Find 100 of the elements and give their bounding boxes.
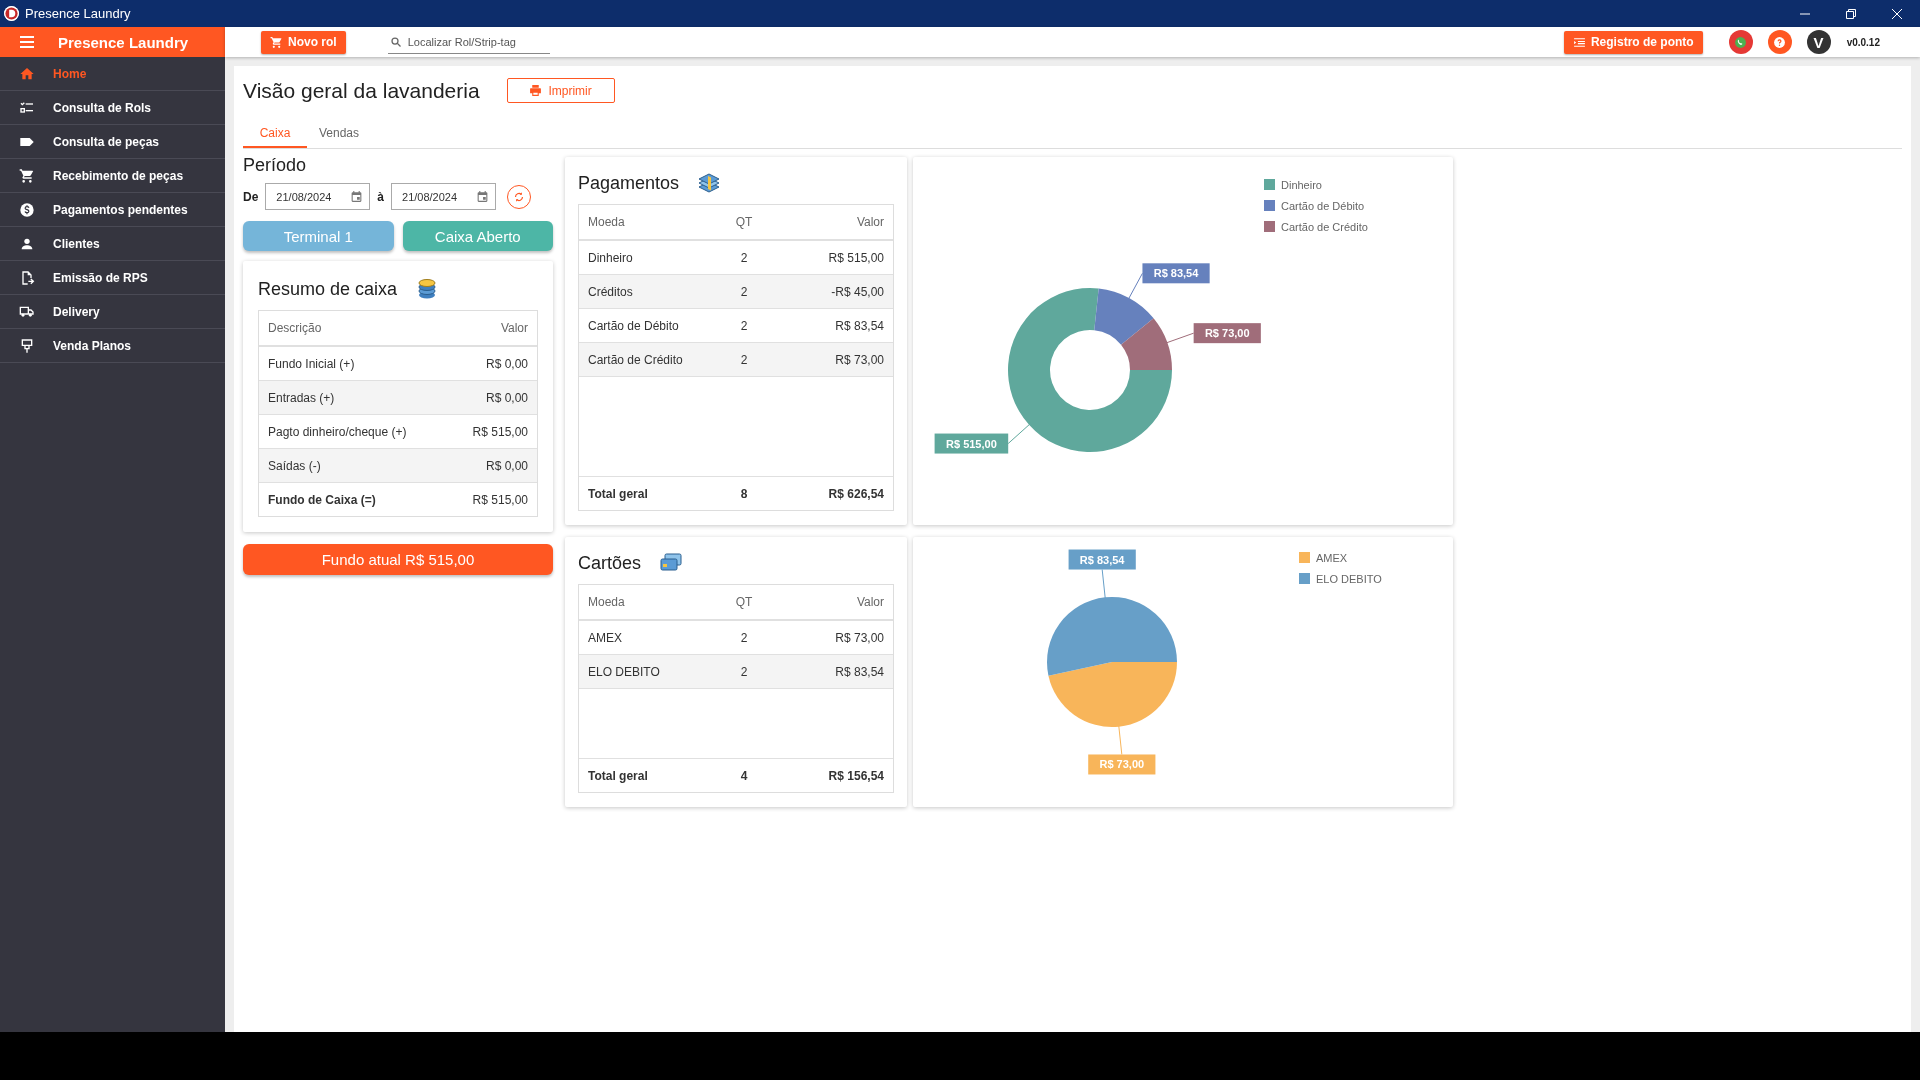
legend-swatch bbox=[1299, 552, 1310, 563]
cart-icon bbox=[19, 167, 35, 184]
column-header: Descrição bbox=[268, 321, 323, 335]
money-stack-icon bbox=[697, 171, 722, 195]
data-label: R$ 83,54 bbox=[1153, 267, 1200, 280]
column-header: Valor bbox=[855, 215, 884, 229]
search-icon bbox=[389, 36, 402, 48]
table-cell-text: Saídas (-) bbox=[268, 458, 322, 473]
refresh-button[interactable] bbox=[507, 184, 532, 209]
leader-line bbox=[1101, 569, 1106, 600]
table-cell-text: Entradas (+) bbox=[268, 390, 336, 405]
table-cell-text: R$ 73,00 bbox=[834, 630, 884, 645]
table-cell-text: Créditos bbox=[588, 284, 634, 299]
table-cell-text: R$ 0,00 bbox=[484, 458, 528, 473]
calendar-icon[interactable] bbox=[476, 190, 490, 203]
legend-label: ELO DEBITO bbox=[1316, 573, 1382, 585]
table-cell-text: -R$ 45,00 bbox=[830, 284, 884, 299]
total-cell-text: Total geral bbox=[588, 486, 649, 501]
legend-swatch bbox=[1264, 179, 1275, 190]
sidebar-item[interactable]: Pagamentos pendentes bbox=[0, 193, 225, 227]
card-title: Resumo de caixa bbox=[258, 278, 398, 300]
home-icon bbox=[19, 65, 35, 82]
help-button[interactable] bbox=[1767, 30, 1792, 54]
tab[interactable]: Vendas bbox=[307, 120, 371, 148]
section-title: Período bbox=[243, 155, 308, 176]
table-cell-text: R$ 73,00 bbox=[834, 352, 884, 367]
total-cell-text: R$ 626,54 bbox=[827, 486, 884, 501]
table-cell-text: 2 bbox=[739, 250, 749, 265]
table-cell-text: R$ 515,00 bbox=[471, 424, 528, 439]
data-label: R$ 83,54 bbox=[1079, 553, 1126, 566]
value-label: R$ 73,00 bbox=[1088, 754, 1156, 775]
table-cell-text: R$ 83,54 bbox=[834, 664, 884, 679]
column-header: Valor bbox=[499, 321, 528, 335]
card-title: Pagamentos bbox=[578, 172, 680, 194]
menu-icon[interactable] bbox=[20, 36, 34, 48]
sidebar-item[interactable]: Home bbox=[0, 57, 225, 91]
table-cell-text: ELO DEBITO bbox=[588, 664, 661, 679]
list-icon bbox=[1572, 35, 1586, 49]
sidebar-item[interactable]: Recebimento de peças bbox=[0, 159, 225, 193]
total-cell-text: 8 bbox=[739, 486, 749, 501]
table-cell-text: 2 bbox=[739, 352, 749, 367]
table-cell-text: 2 bbox=[739, 284, 749, 299]
table-cell-text: 2 bbox=[739, 664, 749, 679]
legend-label: Cartão de Crédito bbox=[1281, 221, 1368, 233]
legend-label: Dinheiro bbox=[1281, 179, 1322, 191]
leader-line bbox=[1127, 272, 1143, 301]
cart-icon bbox=[270, 35, 283, 49]
document-arrow-icon bbox=[19, 269, 35, 286]
column-header: Moeda bbox=[588, 595, 626, 609]
search-field[interactable]: Localizar Rol/Strip-tag bbox=[387, 30, 550, 54]
total-cell-text: 4 bbox=[739, 768, 749, 783]
table-cell-text: Cartão de Débito bbox=[588, 318, 680, 333]
app-logo-icon bbox=[4, 6, 19, 21]
date-field[interactable]: 21/08/2024 bbox=[391, 183, 497, 210]
table-cell-text: 2 bbox=[739, 630, 749, 645]
table-cell-text: Pagto dinheiro/cheque (+) bbox=[268, 424, 408, 439]
value-label: R$ 83,54 bbox=[1142, 263, 1210, 284]
column-header: QT bbox=[734, 595, 754, 609]
field-label: De bbox=[243, 189, 259, 204]
sidebar-item[interactable]: Consulta de peças bbox=[0, 125, 225, 159]
table-cell-text: 2 bbox=[739, 318, 749, 333]
column-header: Moeda bbox=[588, 215, 626, 229]
table-cell-text: R$ 0,00 bbox=[484, 390, 528, 405]
chat-button[interactable] bbox=[1728, 30, 1753, 54]
date-field[interactable]: 21/08/2024 bbox=[265, 183, 371, 210]
legend-label: Cartão de Débito bbox=[1281, 200, 1365, 212]
close-icon[interactable] bbox=[1891, 7, 1903, 20]
table-cell-text: R$ 515,00 bbox=[471, 492, 528, 507]
value-label: R$ 83,54 bbox=[1068, 549, 1136, 570]
table-cell-text: Dinheiro bbox=[588, 250, 634, 265]
total-cell-text: Total geral bbox=[588, 768, 649, 783]
restore-icon[interactable] bbox=[1845, 7, 1857, 20]
table-cell-text: Fundo Inicial (+) bbox=[268, 356, 356, 371]
table-cell-text: R$ 0,00 bbox=[484, 356, 528, 371]
legend-label: AMEX bbox=[1316, 552, 1348, 564]
data-label: R$ 515,00 bbox=[946, 437, 997, 450]
printer-icon bbox=[529, 84, 543, 97]
legend-swatch bbox=[1264, 221, 1275, 232]
dollar-circle-icon bbox=[19, 201, 35, 218]
calendar-icon[interactable] bbox=[350, 190, 364, 203]
leader-line bbox=[1164, 332, 1195, 344]
chat-phone-icon bbox=[1734, 35, 1748, 49]
field-label: à bbox=[377, 189, 385, 204]
data-label: R$ 73,00 bbox=[1099, 758, 1145, 771]
table-cell-text: R$ 515,00 bbox=[827, 250, 884, 265]
window-title: Presence Laundry bbox=[25, 6, 132, 21]
leader-line bbox=[1007, 423, 1031, 445]
page-title: Visão geral da lavanderia bbox=[243, 78, 480, 103]
legend-swatch bbox=[1264, 200, 1275, 211]
help-icon bbox=[1773, 35, 1787, 49]
version-label: v0.0.12 bbox=[1846, 36, 1880, 48]
card-title: Cartões bbox=[578, 552, 642, 574]
app-title: Presence Laundry bbox=[58, 33, 189, 51]
value-label: R$ 515,00 bbox=[934, 433, 1009, 454]
user-avatar[interactable]: V bbox=[1806, 30, 1831, 54]
table-cell-text: Cartão de Crédito bbox=[588, 352, 684, 367]
column-header: QT bbox=[734, 215, 754, 229]
table-cell-text: Fundo de Caixa (=) bbox=[268, 492, 377, 507]
value-label: R$ 73,00 bbox=[1193, 323, 1261, 344]
column-header: Valor bbox=[855, 595, 884, 609]
